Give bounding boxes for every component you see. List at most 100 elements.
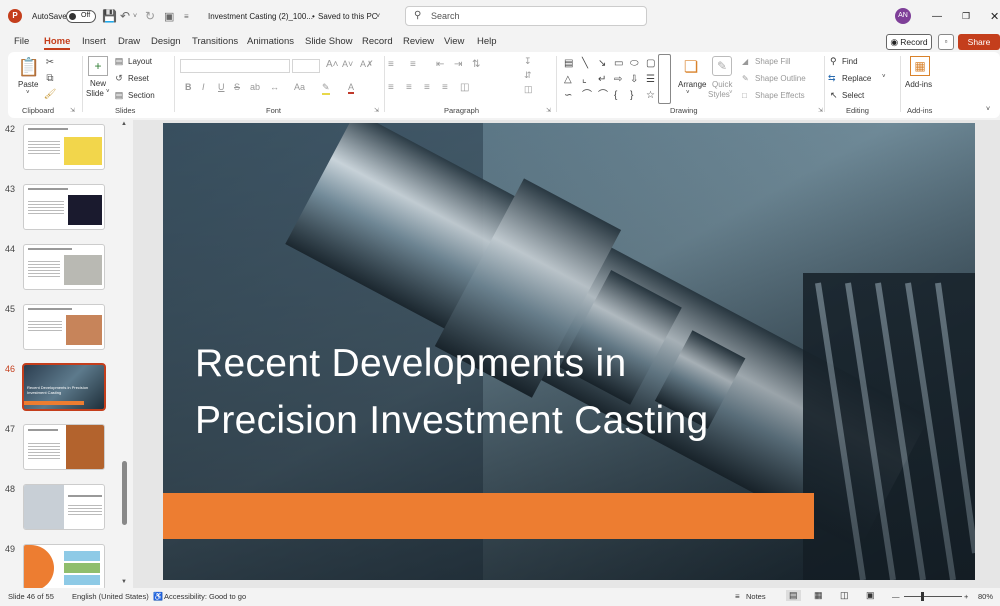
share-button[interactable]: Share — [958, 34, 1000, 50]
close-icon[interactable]: ✕ — [990, 0, 999, 32]
smartart-icon[interactable]: ◫ — [524, 84, 533, 95]
grow-font-icon[interactable]: A˄ — [326, 59, 339, 70]
layout-button[interactable]: Layout — [128, 57, 152, 66]
shape-fill-button[interactable]: Shape Fill — [755, 57, 791, 66]
arrange-chevron-icon[interactable]: ˅ — [686, 90, 690, 96]
underline-button[interactable]: U — [218, 82, 225, 92]
zoom-out-icon[interactable]: — — [892, 592, 900, 601]
columns-icon[interactable]: ◫ — [460, 82, 469, 93]
notes-icon[interactable]: ≡ — [735, 592, 740, 601]
paragraph-launcher-icon[interactable]: ⇲ — [546, 107, 551, 114]
paste-icon[interactable]: 📋 — [18, 56, 40, 78]
shape-outline-icon[interactable]: ✎ — [742, 74, 749, 83]
bold-button[interactable]: B — [185, 82, 192, 92]
add-ins-icon[interactable]: ▦ — [910, 56, 930, 76]
tab-transitions[interactable]: Transitions — [192, 36, 238, 47]
tab-insert[interactable]: Insert — [82, 36, 106, 47]
format-painter-icon[interactable]: 🖌 — [44, 88, 57, 100]
zoom-slider-thumb[interactable] — [921, 592, 924, 601]
paste-chevron-icon[interactable]: ˅ — [26, 90, 30, 96]
save-icon[interactable]: 💾 — [102, 0, 117, 32]
minimize-icon[interactable]: — — [932, 0, 942, 32]
text-direction-icon[interactable]: ↧ — [524, 56, 532, 67]
tab-animations[interactable]: Animations — [247, 36, 294, 47]
decrease-indent-icon[interactable]: ⇤ — [436, 59, 444, 70]
tab-record[interactable]: Record — [362, 36, 393, 47]
right-arrow-icon[interactable]: ⇨ — [614, 72, 622, 88]
numbering-icon[interactable]: ≡ — [410, 59, 416, 70]
change-case-icon[interactable]: Aa — [294, 82, 305, 92]
layout-icon[interactable]: ▤ — [114, 55, 124, 67]
select-button[interactable]: Select — [842, 91, 864, 100]
clipboard-launcher-icon[interactable]: ⇲ — [70, 107, 75, 114]
text-box-icon[interactable]: ▤ — [564, 56, 573, 72]
replace-chevron-icon[interactable]: ˅ — [882, 74, 886, 80]
shrink-font-icon[interactable]: A˅ — [342, 59, 353, 69]
avatar[interactable]: AN — [895, 8, 911, 24]
increase-indent-icon[interactable]: ⇥ — [454, 59, 462, 70]
elbow-connector-icon[interactable]: ⌞ — [582, 72, 587, 88]
section-icon[interactable]: ▤ — [114, 89, 124, 101]
cut-icon[interactable]: ✂ — [44, 56, 56, 68]
freeform-icon[interactable]: ∽ — [564, 88, 572, 104]
arrow-line-icon[interactable]: ↘ — [598, 56, 606, 72]
scrollbar-thumb[interactable] — [122, 461, 127, 525]
tab-file[interactable]: File — [14, 36, 29, 47]
zoom-in-icon[interactable]: + — [964, 592, 968, 601]
customize-toolbar-icon[interactable]: ≡ — [184, 0, 189, 32]
curve-icon[interactable]: ⌒ — [598, 88, 608, 104]
tab-review[interactable]: Review — [403, 36, 434, 47]
slide-thumbnail-48[interactable] — [23, 484, 105, 530]
slide-thumbnail-47[interactable] — [23, 424, 105, 470]
copy-icon[interactable]: ⧉ — [44, 72, 56, 84]
new-slide-label-2[interactable]: Slide — [86, 89, 104, 98]
down-arrow-icon[interactable]: ⇩ — [630, 72, 638, 88]
slide-sorter-icon[interactable]: ▦ — [814, 590, 823, 601]
arrange-button[interactable]: Arrange — [678, 80, 706, 89]
tab-view[interactable]: View — [444, 36, 464, 47]
new-slide-icon[interactable]: + — [88, 56, 108, 76]
italic-button[interactable]: I — [202, 82, 205, 92]
zoom-slider[interactable] — [904, 596, 962, 597]
slide-thumbnail-49[interactable] — [23, 544, 105, 590]
notes-button[interactable]: Notes — [746, 592, 766, 601]
font-launcher-icon[interactable]: ⇲ — [374, 107, 379, 114]
tab-slide-show[interactable]: Slide Show — [305, 36, 353, 47]
replace-icon[interactable]: ⇆ — [828, 73, 836, 84]
slide-thumbnail-43[interactable] — [23, 184, 105, 230]
section-button[interactable]: Section — [128, 91, 155, 100]
shape-effects-icon[interactable]: □ — [742, 91, 747, 100]
oval-icon[interactable]: ⬭ — [630, 56, 639, 72]
quick-styles-chevron-icon[interactable]: ˅ — [729, 90, 733, 96]
justify-icon[interactable]: ≡ — [442, 82, 448, 93]
font-color-button[interactable]: A — [348, 82, 355, 94]
scroll-down-icon[interactable]: ▼ — [121, 579, 127, 585]
reset-icon[interactable]: ↺ — [114, 72, 124, 84]
font-family-select[interactable] — [180, 59, 290, 73]
align-center-icon[interactable]: ≡ — [406, 82, 412, 93]
orange-accent-bar[interactable] — [163, 493, 814, 539]
record-button[interactable]: ◉ Record — [886, 34, 932, 50]
normal-view-icon[interactable]: ▤ — [786, 590, 801, 601]
align-right-icon[interactable]: ≡ — [424, 82, 430, 93]
scroll-up-icon[interactable]: ▲ — [121, 121, 127, 127]
slide-thumbnail-42[interactable] — [23, 124, 105, 170]
autosave-toggle[interactable]: Off — [66, 10, 96, 23]
language-indicator[interactable]: English (United States) — [72, 592, 149, 601]
rectangle-icon[interactable]: ▭ — [614, 56, 623, 72]
tab-draw[interactable]: Draw — [118, 36, 140, 47]
reset-button[interactable]: Reset — [128, 74, 149, 83]
slide-thumbnail-44[interactable] — [23, 244, 105, 290]
undo-dropdown-icon[interactable]: ˅ — [133, 0, 137, 32]
line-spacing-icon[interactable]: ⇅ — [472, 59, 480, 70]
redo-icon[interactable]: ↻ — [145, 0, 155, 32]
left-brace-icon[interactable]: { — [614, 88, 617, 104]
save-status-chevron-icon[interactable]: ˅ — [376, 0, 380, 32]
clear-formatting-icon[interactable]: A✗ — [360, 59, 374, 70]
shapes-gallery[interactable]: ▤ ╲ ↘ ▭ ⬭ ▢ △ ⌞ ↵ ⇨ ⇩ ☰ ∽ ⌒ ⌒ { } ☆ — [562, 56, 670, 104]
tab-design[interactable]: Design — [151, 36, 181, 47]
shape-fill-icon[interactable]: ◢ — [742, 57, 748, 66]
undo-icon[interactable]: ↶ — [120, 0, 130, 32]
select-icon[interactable]: ↖ — [830, 90, 838, 101]
right-brace-icon[interactable]: } — [630, 88, 633, 104]
